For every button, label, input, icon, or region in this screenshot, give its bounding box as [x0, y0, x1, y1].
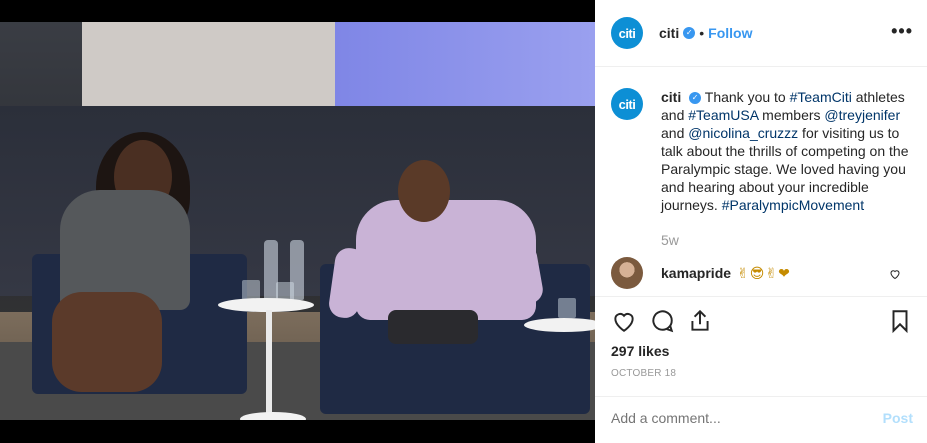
- photo-scene: [0, 22, 595, 420]
- add-comment-input[interactable]: [611, 410, 861, 426]
- person-right-head: [398, 160, 450, 222]
- verified-icon: ✓: [689, 92, 702, 105]
- post-age[interactable]: 5w: [661, 232, 679, 248]
- bookmark-icon[interactable]: [887, 308, 913, 334]
- person-right-legs: [388, 310, 478, 344]
- side-table-right: [524, 318, 595, 332]
- caption-avatar[interactable]: citi: [611, 88, 643, 120]
- comment-icon[interactable]: [649, 308, 675, 334]
- divider: [595, 296, 927, 297]
- heart-icon[interactable]: [611, 308, 637, 334]
- post-caption: citi citi ✓ Thank you to #TeamCiti athle…: [611, 88, 911, 214]
- small-heart-icon[interactable]: [889, 268, 901, 283]
- projection-screen-right: [335, 22, 595, 106]
- post-side-panel: citi citi ✓ • Follow ••• citi citi ✓ Tha…: [595, 0, 927, 443]
- post-photo[interactable]: [0, 0, 595, 443]
- mention-link[interactable]: @treyjenifer: [824, 107, 900, 123]
- commenter-avatar[interactable]: [611, 257, 643, 289]
- water-glass: [242, 280, 260, 300]
- divider: [595, 396, 927, 397]
- comment-item: kamapride ✌😎✌❤: [611, 256, 911, 290]
- post-header: citi citi ✓ • Follow •••: [595, 0, 927, 67]
- caption-text: citi ✓ Thank you to #TeamCiti athletes a…: [661, 88, 911, 214]
- likes-count[interactable]: 297 likes: [611, 343, 669, 359]
- header-username[interactable]: citi: [659, 25, 679, 41]
- more-options-icon[interactable]: •••: [891, 21, 913, 42]
- caption-username[interactable]: citi: [661, 89, 681, 105]
- action-bar: [611, 306, 911, 336]
- side-table-base: [240, 412, 306, 420]
- avatar[interactable]: citi: [611, 17, 643, 49]
- side-table-stem: [266, 310, 272, 416]
- verified-icon: ✓: [683, 27, 696, 39]
- person-left-legs: [52, 292, 162, 392]
- mention-link[interactable]: @nicolina_cruzzz: [688, 125, 798, 141]
- projection-screen-left: [82, 22, 340, 106]
- hashtag-link[interactable]: #TeamCiti: [790, 89, 852, 105]
- comment-text: ✌😎✌❤: [737, 264, 791, 281]
- hashtag-link[interactable]: #TeamUSA: [688, 107, 758, 123]
- caption-segment: and: [661, 125, 689, 141]
- post-date[interactable]: OCTOBER 18: [611, 368, 676, 379]
- caption-segment: Thank you to: [704, 89, 790, 105]
- commenter-username[interactable]: kamapride: [661, 265, 731, 281]
- water-glass: [558, 298, 576, 318]
- caption-segment: members: [758, 107, 825, 123]
- share-icon[interactable]: [687, 308, 713, 334]
- follow-button[interactable]: Follow: [708, 25, 752, 41]
- person-right-body: [356, 200, 536, 320]
- hashtag-link[interactable]: #ParalympicMovement: [722, 197, 864, 213]
- post-button[interactable]: Post: [883, 410, 913, 426]
- separator-dot: •: [699, 25, 705, 41]
